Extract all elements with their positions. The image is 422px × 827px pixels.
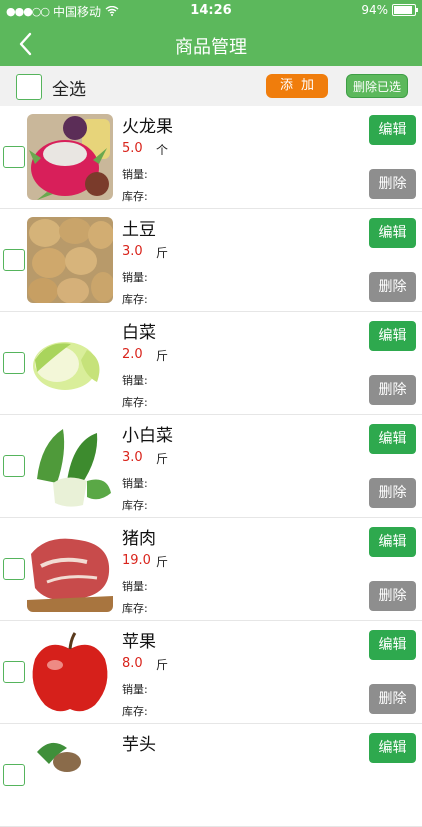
product-name: 小白菜 [122,426,173,446]
row-checkbox[interactable] [3,764,25,786]
product-row: 猪肉 19.0 斤 销量: 库存: 编辑 删除 [0,518,422,621]
battery-percent: 94% [361,3,388,17]
sales-label: 销量: [122,271,148,284]
product-image [27,114,113,200]
product-price: 2.0 [122,347,143,362]
product-price: 3.0 [122,244,143,259]
select-all-checkbox[interactable] [16,74,42,100]
sales-label: 销量: [122,374,148,387]
product-row: 土豆 3.0 斤 销量: 库存: 编辑 删除 [0,209,422,312]
product-image [27,217,113,303]
nav-bar: 商品管理 [0,22,422,66]
product-name: 白菜 [122,323,156,343]
stock-label: 库存: [122,499,148,512]
delete-button[interactable]: 删除 [369,581,416,611]
product-image [27,526,113,612]
stock-label: 库存: [122,293,148,306]
edit-button[interactable]: 编辑 [369,115,416,145]
row-checkbox[interactable] [3,146,25,168]
row-checkbox[interactable] [3,249,25,271]
edit-button[interactable]: 编辑 [369,527,416,557]
battery-icon [392,4,418,16]
product-unit: 斤 [156,658,169,672]
row-checkbox[interactable] [3,558,25,580]
edit-button[interactable]: 编辑 [369,321,416,351]
product-name: 土豆 [122,220,156,240]
product-price: 19.0 [122,553,151,568]
status-right: 94% [361,3,418,17]
page-title: 商品管理 [175,37,247,58]
product-unit: 斤 [156,452,169,466]
product-row: 小白菜 3.0 斤 销量: 库存: 编辑 删除 [0,415,422,518]
add-button[interactable]: 添加 [266,74,328,98]
product-price: 5.0 [122,141,143,156]
sales-label: 销量: [122,477,148,490]
product-name: 苹果 [122,632,156,652]
product-name: 芋头 [122,735,156,755]
row-checkbox[interactable] [3,661,25,683]
product-list: 火龙果 5.0 个 销量: 库存: 编辑 删除 土豆 3.0 斤 销量: 库存:… [0,106,422,827]
delete-button[interactable]: 删除 [369,169,416,199]
product-image [27,423,113,509]
product-price: 8.0 [122,656,143,671]
status-time: 14:26 [190,3,232,18]
stock-label: 库存: [122,705,148,718]
edit-button[interactable]: 编辑 [369,424,416,454]
product-image [27,320,113,406]
delete-button[interactable]: 删除 [369,272,416,302]
product-row: 火龙果 5.0 个 销量: 库存: 编辑 删除 [0,106,422,209]
product-row: 苹果 8.0 斤 销量: 库存: 编辑 删除 [0,621,422,724]
product-name: 火龙果 [122,117,173,137]
delete-button[interactable]: 删除 [369,478,416,508]
delete-button[interactable]: 删除 [369,684,416,714]
stock-label: 库存: [122,396,148,409]
stock-label: 库存: [122,602,148,615]
product-row: 芋头 编辑 [0,724,422,827]
edit-button[interactable]: 编辑 [369,218,416,248]
action-bar: 全选 添加 删除已选 [0,66,422,106]
product-unit: 斤 [156,246,169,260]
delete-selected-button[interactable]: 删除已选 [346,74,408,98]
status-bar: ●●●○○ 中国移动 14:26 94% [0,0,422,22]
select-all-label[interactable]: 全选 [52,75,86,100]
product-unit: 斤 [156,555,169,569]
product-unit: 个 [156,143,169,157]
row-checkbox[interactable] [3,455,25,477]
product-price: 3.0 [122,450,143,465]
delete-button[interactable]: 删除 [369,375,416,405]
product-image [27,732,113,818]
product-unit: 斤 [156,349,169,363]
product-image [27,629,113,715]
stock-label: 库存: [122,190,148,203]
sales-label: 销量: [122,580,148,593]
edit-button[interactable]: 编辑 [369,733,416,763]
edit-button[interactable]: 编辑 [369,630,416,660]
sales-label: 销量: [122,683,148,696]
row-checkbox[interactable] [3,352,25,374]
sales-label: 销量: [122,168,148,181]
product-row: 白菜 2.0 斤 销量: 库存: 编辑 删除 [0,312,422,415]
product-name: 猪肉 [122,529,156,549]
